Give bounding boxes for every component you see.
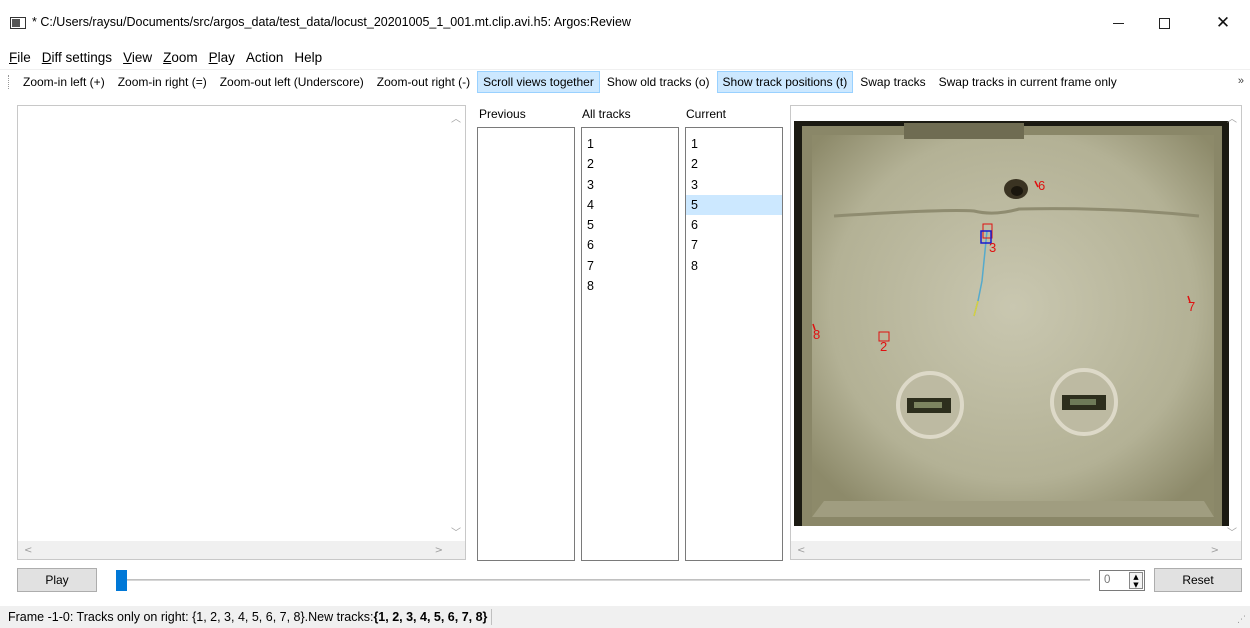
scroll-down-icon[interactable]: ﹀ [451,524,461,539]
list-item[interactable]: 8 [582,276,678,296]
scroll-left-icon[interactable]: < [24,545,32,556]
show-old-tracks-toggle[interactable]: Show old tracks (o) [601,71,716,93]
menu-help[interactable]: Help [294,50,322,65]
close-button[interactable]: ✕ [1200,8,1246,38]
track-label-7: 7 [1188,299,1195,314]
previous-list-header: Previous [479,107,526,121]
frame-slider-track[interactable] [118,579,1090,581]
minimize-icon [1112,22,1124,24]
list-item[interactable]: 3 [686,175,782,195]
current-list-header: Current [686,107,727,121]
menu-play[interactable]: Play [209,50,235,65]
all-tracks-list[interactable]: 1 2 3 4 5 6 7 8 [581,127,679,561]
title-bar: * C:/Users/raysu/Documents/src/argos_dat… [0,0,1250,46]
reset-button[interactable]: Reset [1154,568,1242,592]
play-button[interactable]: Play [17,568,97,592]
scroll-right-icon[interactable]: > [1211,545,1219,556]
list-item[interactable]: 5 [582,215,678,235]
list-item[interactable]: 3 [582,175,678,195]
horizontal-scrollbar[interactable] [18,541,465,559]
menu-action[interactable]: Action [246,50,284,65]
scroll-down-icon[interactable]: ﹀ [1227,524,1237,539]
menu-file[interactable]: File [9,50,31,65]
spinbox-arrows-icon[interactable]: ▲ ▼ [1129,572,1143,589]
all-tracks-list-header: All tracks [582,107,631,121]
minimize-button[interactable] [1095,8,1141,38]
maximize-icon [1158,17,1170,29]
list-item[interactable]: 6 [582,235,678,255]
list-item[interactable]: 8 [686,256,782,276]
track-label-6: 6 [1038,178,1045,193]
list-item[interactable]: 6 [686,215,782,235]
menu-zoom[interactable]: Zoom [163,50,198,65]
frame-spinbox[interactable]: 0 ▲ ▼ [1099,570,1145,591]
swap-tracks-current-frame-button[interactable]: Swap tracks in current frame only [933,71,1123,93]
status-bar: Frame -1-0: Tracks only on right: {1, 2,… [0,606,1250,628]
video-frame[interactable]: 6 3 7 8 2 [794,121,1229,526]
list-item-selected[interactable]: 5 [686,194,782,216]
right-frame-view[interactable]: 6 3 7 8 2 ︿ ﹀ < > [790,105,1242,560]
menu-bar: File Diff settings View Zoom Play Action… [0,46,1250,68]
list-item[interactable]: 4 [582,195,678,215]
status-separator [491,609,493,625]
maximize-button[interactable] [1141,8,1187,38]
toolbar: Zoom-in left (+) Zoom-in right (=) Zoom-… [0,69,1250,94]
swap-tracks-button[interactable]: Swap tracks [854,71,931,93]
close-icon: ✕ [1215,12,1231,33]
zoom-out-right-button[interactable]: Zoom-out right (-) [371,71,476,93]
zoom-in-right-button[interactable]: Zoom-in right (=) [112,71,213,93]
scroll-right-icon[interactable]: > [435,545,443,556]
zoom-in-left-button[interactable]: Zoom-in left (+) [17,71,111,93]
scroll-up-icon[interactable]: ︿ [451,110,461,125]
show-track-positions-toggle[interactable]: Show track positions (t) [716,71,854,93]
previous-tracks-list[interactable] [477,127,575,561]
left-frame-view[interactable]: ︿ ﹀ < > [17,105,466,560]
toolbar-overflow-icon[interactable]: » [1238,75,1244,87]
scroll-left-icon[interactable]: < [797,545,805,556]
list-item[interactable]: 2 [686,154,782,174]
scroll-up-icon[interactable]: ︿ [1227,110,1237,125]
list-item[interactable]: 1 [582,134,678,154]
track-label-3: 3 [989,240,996,255]
track-label-8: 8 [813,327,820,342]
zoom-out-left-button[interactable]: Zoom-out left (Underscore) [214,71,370,93]
frame-slider-handle[interactable] [116,570,127,591]
list-item[interactable]: 2 [582,154,678,174]
scroll-views-together-toggle[interactable]: Scroll views together [477,71,600,93]
menu-diff-settings[interactable]: Diff settings [42,50,112,65]
frame-spinbox-value[interactable]: 0 [1104,574,1110,586]
horizontal-scrollbar[interactable] [791,541,1241,559]
size-grip-icon[interactable]: ⋰ [1237,614,1246,625]
status-text: Frame -1-0: Tracks only on right: {1, 2,… [8,610,374,624]
list-item[interactable]: 7 [686,235,782,255]
toolbar-grip[interactable] [8,75,11,89]
status-new-tracks: {1, 2, 3, 4, 5, 6, 7, 8} [373,610,488,624]
current-tracks-list[interactable]: 1 2 3 5 6 7 8 [685,127,783,561]
app-icon [10,17,26,29]
track-label-2: 2 [880,339,887,354]
list-item[interactable]: 7 [582,256,678,276]
menu-view[interactable]: View [123,50,152,65]
window-title: * C:/Users/raysu/Documents/src/argos_dat… [32,15,631,29]
list-item[interactable]: 1 [686,134,782,154]
